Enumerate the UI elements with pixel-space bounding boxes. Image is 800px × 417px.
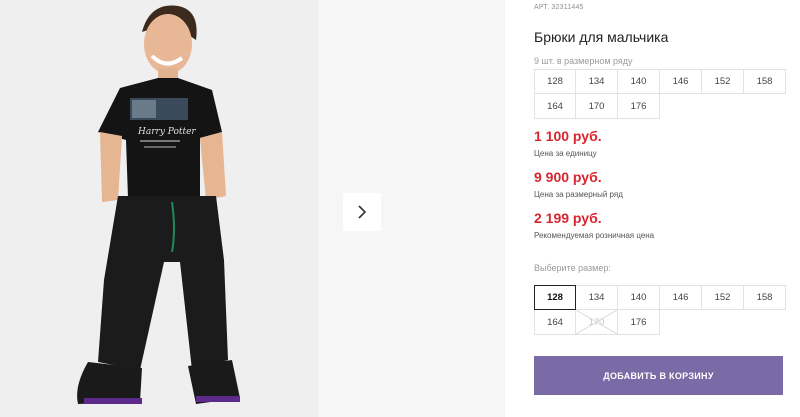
product-title: Брюки для мальчика — [534, 29, 669, 45]
retail-price-label: Рекомендуемая розничная цена — [534, 231, 655, 240]
size-row-grid: 128 134 140 146 152 158 164 170 176 — [534, 69, 788, 119]
size-row-item: 140 — [618, 69, 660, 94]
boy-model-illustration: Harry Potter — [0, 0, 318, 417]
retail-price: 2 199 руб. — [534, 210, 602, 226]
size-row-item: 176 — [618, 94, 660, 119]
size-row-note: 9 шт. в размерном ряду — [534, 56, 633, 66]
size-row-item: 128 — [534, 69, 576, 94]
size-row-item: 134 — [576, 69, 618, 94]
chevron-right-icon — [358, 205, 367, 219]
size-option-152[interactable]: 152 — [702, 285, 744, 310]
unit-price-label: Цена за единицу — [534, 149, 597, 158]
size-option-134[interactable]: 134 — [576, 285, 618, 310]
unit-price: 1 100 руб. — [534, 128, 602, 144]
size-option-158[interactable]: 158 — [744, 285, 786, 310]
article-number: АРТ. 32311445 — [534, 4, 584, 11]
size-row-price-label: Цена за размерный ряд — [534, 190, 623, 199]
size-option-146[interactable]: 146 — [660, 285, 702, 310]
size-option-140[interactable]: 140 — [618, 285, 660, 310]
size-row-item: 164 — [534, 94, 576, 119]
product-info: АРТ. 32311445 Брюки для мальчика 9 шт. в… — [534, 0, 800, 417]
size-picker-label: Выберите размер: — [534, 263, 611, 273]
size-option-176[interactable]: 176 — [618, 310, 660, 335]
size-row-price: 9 900 руб. — [534, 169, 602, 185]
size-picker: 128 134 140 146 152 158 164 170 176 — [534, 285, 788, 335]
size-option-164[interactable]: 164 — [534, 310, 576, 335]
size-row-item: 152 — [702, 69, 744, 94]
size-option-128[interactable]: 128 — [534, 285, 576, 310]
product-photo: Harry Potter — [0, 0, 318, 417]
svg-text:Harry Potter: Harry Potter — [137, 127, 196, 137]
size-row-item: 146 — [660, 69, 702, 94]
gallery-next-button[interactable] — [343, 193, 381, 231]
size-row-item: 158 — [744, 69, 786, 94]
size-option-170-unavailable: 170 — [576, 310, 618, 335]
add-to-cart-button[interactable]: ДОБАВИТЬ В КОРЗИНУ — [534, 356, 783, 395]
size-row-item: 170 — [576, 94, 618, 119]
crossed-out-icon — [576, 310, 617, 334]
product-gallery: Harry Potter — [0, 0, 505, 417]
